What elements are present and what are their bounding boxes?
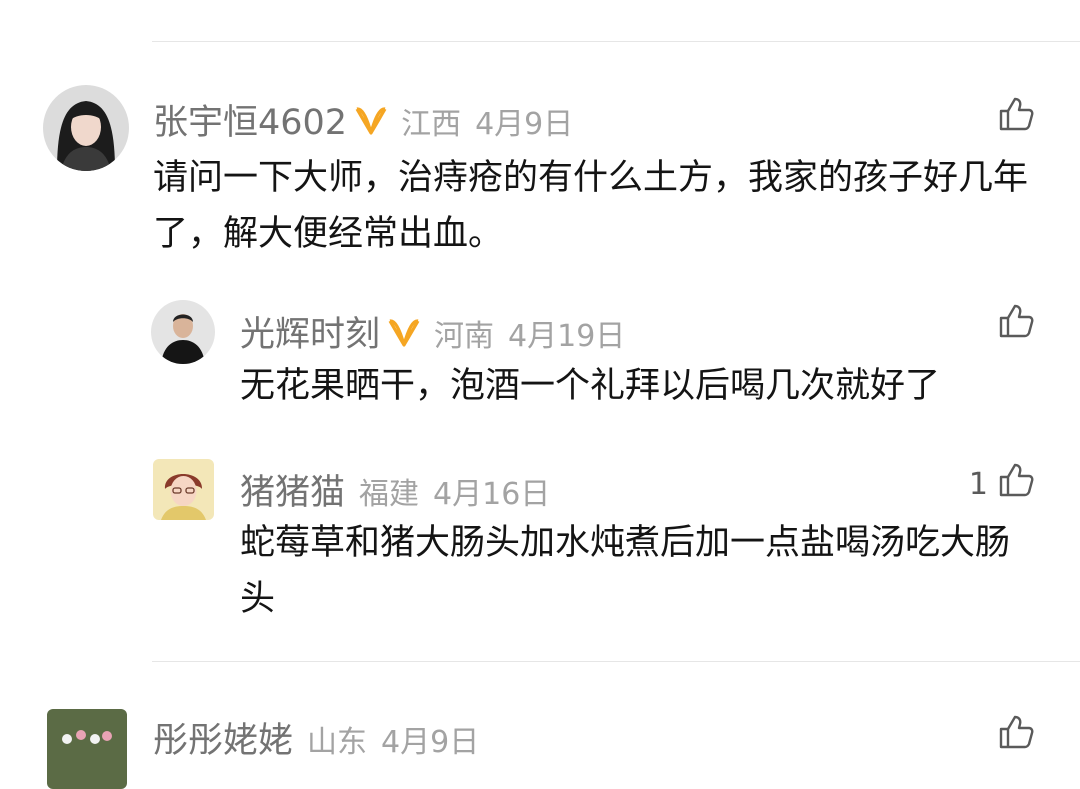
thumbs-up-icon [998,462,1034,506]
thumbs-up-icon [998,714,1034,758]
date: 4月9日 [381,725,480,760]
reply-text: 无花果晒干，泡酒一个礼拜以后喝几次就好了 [240,366,941,406]
date: 4月9日 [475,107,574,142]
location: 山东 [307,725,368,760]
comment-header: 张宇恒4602 江西 4月9日 [153,94,573,145]
location: 河南 [434,319,495,354]
username[interactable]: 张宇恒4602 [153,94,347,145]
vip-badge-icon [386,317,422,357]
reply-header: 光辉时刻 河南 4月19日 [240,306,625,357]
avatar[interactable] [153,459,214,520]
username[interactable]: 猪猪猫 [240,464,345,515]
thumbs-up-icon [998,303,1034,347]
thumbs-up-icon [998,96,1034,140]
comment-header: 彤彤姥姥 山东 4月9日 [153,712,479,763]
location: 江西 [401,107,462,142]
avatar[interactable] [43,85,129,171]
avatar[interactable] [47,709,127,789]
avatar[interactable] [151,300,215,364]
location: 福建 [359,477,420,512]
date: 4月19日 [508,319,626,354]
like-button[interactable] [988,714,1034,758]
like-button[interactable] [988,303,1034,347]
top-divider [152,41,1080,42]
section-divider [152,661,1080,662]
reply-text: 蛇莓草和猪大肠头加水炖煮后加一点盐喝汤吃大肠头 [240,523,1011,619]
like-button[interactable]: 1 [969,462,1034,506]
vip-badge-icon [353,105,389,145]
comment-text: 请问一下大师，治痔疮的有什么土方，我家的孩子好几年了，解大便经常出血。 [153,158,1029,254]
reply-header: 猪猪猫 福建 4月16日 [240,464,550,515]
date: 4月16日 [433,477,551,512]
username[interactable]: 光辉时刻 [240,306,380,357]
like-button[interactable] [988,96,1034,140]
like-count: 1 [968,466,988,502]
username[interactable]: 彤彤姥姥 [153,712,293,763]
